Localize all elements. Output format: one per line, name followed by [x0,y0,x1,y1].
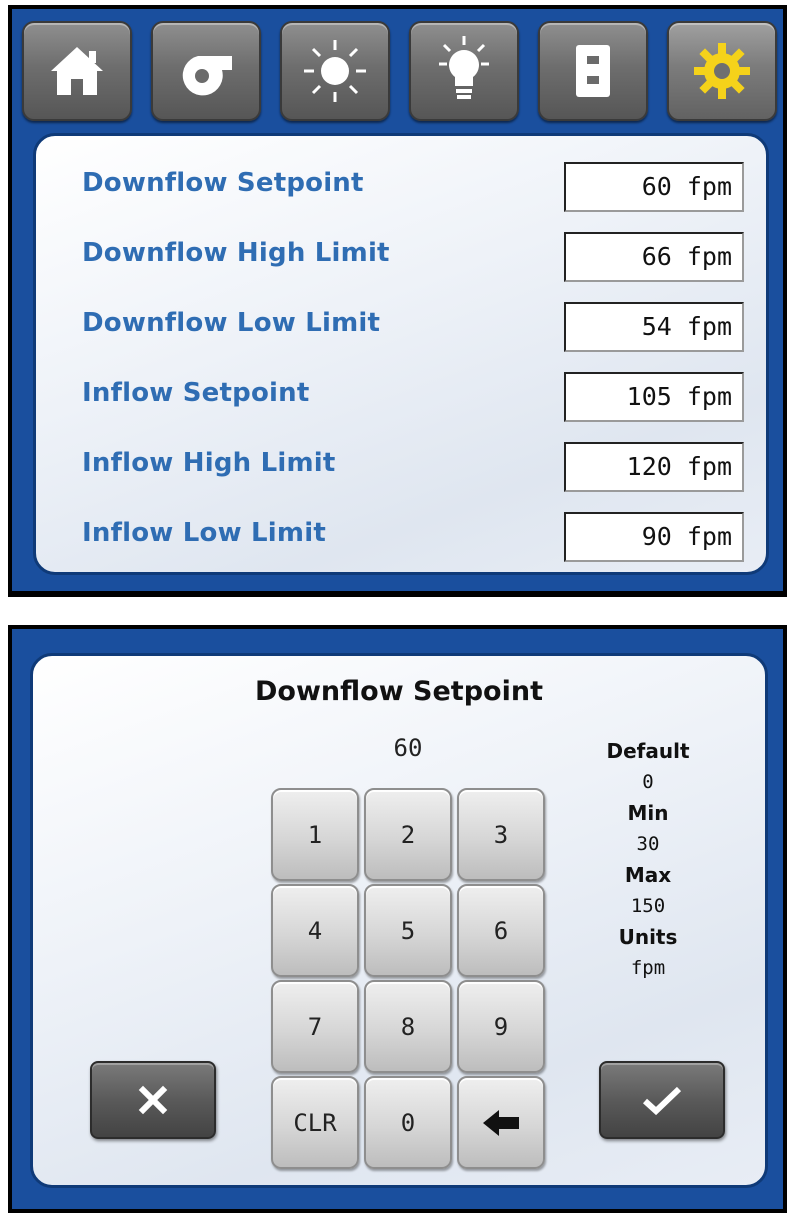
setting-label: Downflow Low Limit [82,308,381,338]
default-label: Default [606,739,690,763]
min-value: 30 [636,833,660,855]
setting-value-field[interactable]: 54 fpm [564,302,744,352]
setting-label: Inflow Low Limit [82,518,326,548]
settings-panel: Downflow Setpoint 60 fpm Downflow High L… [33,133,769,575]
backspace-icon [483,1109,519,1136]
key-3[interactable]: 3 [457,788,545,881]
tab-uv[interactable] [280,21,390,121]
fan-blower-icon [180,56,232,96]
setting-row-downflow-low-limit[interactable]: Downflow Low Limit 54 fpm [36,302,766,354]
light-bulb-icon [439,36,489,99]
tab-outlet[interactable] [538,21,648,121]
key-clear[interactable]: CLR [271,1076,359,1169]
units-label: Units [618,925,678,949]
limits-info: Default 0 Min 30 Max 150 Units fpm [568,738,728,986]
keypad-screen: Downflow Setpoint 60 1 2 3 4 5 6 7 8 9 C… [8,625,787,1213]
keypad-panel: Downflow Setpoint 60 1 2 3 4 5 6 7 8 9 C… [30,653,768,1188]
setting-value-field[interactable]: 105 fpm [564,372,744,422]
setting-row-downflow-setpoint[interactable]: Downflow Setpoint 60 fpm [36,162,766,214]
setting-label: Inflow Setpoint [82,378,310,408]
max-label: Max [624,863,672,887]
setting-label: Downflow High Limit [82,238,390,268]
cancel-button[interactable] [90,1061,216,1139]
min-label: Min [627,801,669,825]
home-icon [51,47,103,95]
entry-display: 60 [393,734,423,762]
key-9[interactable]: 9 [457,980,545,1073]
setting-value-field[interactable]: 90 fpm [564,512,744,562]
setting-row-inflow-setpoint[interactable]: Inflow Setpoint 105 fpm [36,372,766,424]
check-icon [642,1086,682,1116]
gear-icon [694,43,750,99]
setting-label: Inflow High Limit [82,448,336,478]
setting-value-field[interactable]: 120 fpm [564,442,744,492]
key-2[interactable]: 2 [364,788,452,881]
tab-home[interactable] [22,21,132,121]
tab-settings[interactable] [667,21,777,121]
sun-uv-icon [304,40,366,102]
close-icon [138,1085,168,1115]
default-value: 0 [642,771,654,793]
key-4[interactable]: 4 [271,884,359,977]
key-0[interactable]: 0 [364,1076,452,1169]
key-8[interactable]: 8 [364,980,452,1073]
settings-screen: Downflow Setpoint 60 fpm Downflow High L… [8,5,787,597]
tab-light[interactable] [409,21,519,121]
key-5[interactable]: 5 [364,884,452,977]
setting-row-downflow-high-limit[interactable]: Downflow High Limit 66 fpm [36,232,766,284]
setting-row-inflow-low-limit[interactable]: Inflow Low Limit 90 fpm [36,512,766,564]
key-backspace[interactable] [457,1076,545,1169]
tab-bar [12,9,783,129]
accept-button[interactable] [599,1061,725,1139]
units-value: fpm [630,957,666,979]
setting-value-field[interactable]: 60 fpm [564,162,744,212]
keypad-title: Downflow Setpoint [255,676,543,707]
setting-label: Downflow Setpoint [82,168,364,198]
key-1[interactable]: 1 [271,788,359,881]
max-value: 150 [630,895,666,917]
key-7[interactable]: 7 [271,980,359,1073]
key-6[interactable]: 6 [457,884,545,977]
setting-row-inflow-high-limit[interactable]: Inflow High Limit 120 fpm [36,442,766,494]
tab-blower[interactable] [151,21,261,121]
setting-value-field[interactable]: 66 fpm [564,232,744,282]
outlet-icon [576,45,610,97]
